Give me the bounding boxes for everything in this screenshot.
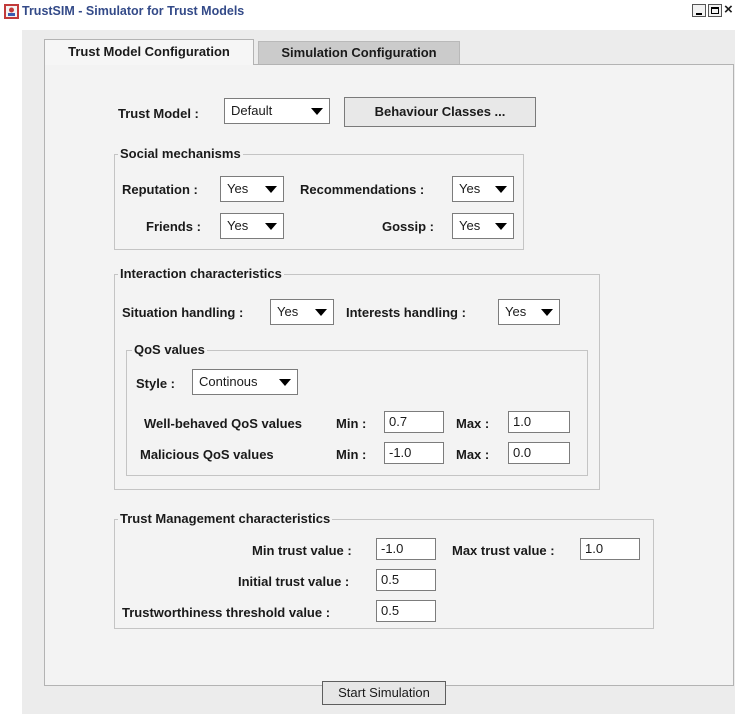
interests-handling-select[interactable]: Yes <box>498 299 560 325</box>
initial-trust-label: Initial trust value : <box>238 574 350 589</box>
friends-select[interactable]: Yes <box>220 213 284 239</box>
style-label: Style : <box>136 376 176 391</box>
friends-value: Yes <box>227 218 249 233</box>
start-simulation-button[interactable]: Start Simulation <box>322 681 446 705</box>
well-behaved-max-field[interactable]: 1.0 <box>508 411 570 433</box>
tab-trust-model-configuration[interactable]: Trust Model Configuration <box>44 39 254 65</box>
tab-simulation-configuration[interactable]: Simulation Configuration <box>258 41 460 65</box>
reputation-select[interactable]: Yes <box>220 176 284 202</box>
situation-handling-select[interactable]: Yes <box>270 299 334 325</box>
threshold-field[interactable]: 0.5 <box>376 600 436 622</box>
chevron-down-icon <box>265 186 277 193</box>
chevron-down-icon <box>541 309 553 316</box>
interests-handling-label: Interests handling : <box>346 305 466 320</box>
maximize-button[interactable] <box>708 4 722 17</box>
close-button[interactable]: × <box>724 2 744 17</box>
window-title: TrustSIM - Simulator for Trust Models <box>22 4 245 18</box>
threshold-label: Trustworthiness threshold value : <box>122 605 331 620</box>
reputation-label: Reputation : <box>122 182 198 197</box>
chevron-down-icon <box>265 223 277 230</box>
chevron-down-icon <box>315 309 327 316</box>
trust-model-label: Trust Model : <box>118 106 199 121</box>
chevron-down-icon <box>495 223 507 230</box>
trust-management-title: Trust Management characteristics <box>118 511 333 526</box>
recommendations-value: Yes <box>459 181 481 196</box>
qos-values-title: QoS values <box>132 342 207 357</box>
malicious-label: Malicious QoS values <box>140 447 274 462</box>
interaction-characteristics-title: Interaction characteristics <box>118 266 284 281</box>
chevron-down-icon <box>311 108 323 115</box>
well-behaved-max-label: Max : <box>456 416 490 431</box>
chevron-down-icon <box>279 379 291 386</box>
gossip-label: Gossip : <box>382 219 435 234</box>
friends-label: Friends : <box>146 219 201 234</box>
social-mechanisms-title: Social mechanisms <box>118 146 243 161</box>
max-trust-field[interactable]: 1.0 <box>580 538 640 560</box>
style-select[interactable]: Continous <box>192 369 298 395</box>
minimize-button[interactable] <box>692 4 706 17</box>
app-icon <box>4 4 19 19</box>
well-behaved-label: Well-behaved QoS values <box>144 416 302 431</box>
situation-handling-value: Yes <box>277 304 299 319</box>
reputation-value: Yes <box>227 181 249 196</box>
gossip-select[interactable]: Yes <box>452 213 514 239</box>
trust-model-select[interactable]: Default <box>224 98 330 124</box>
maximize-icon <box>711 7 719 14</box>
malicious-min-label: Min : <box>336 447 367 462</box>
interests-handling-value: Yes <box>505 304 527 319</box>
recommendations-select[interactable]: Yes <box>452 176 514 202</box>
well-behaved-min-field[interactable]: 0.7 <box>384 411 444 433</box>
minimize-icon <box>696 13 702 15</box>
behaviour-classes-button[interactable]: Behaviour Classes ... <box>344 97 536 127</box>
chevron-down-icon <box>495 186 507 193</box>
malicious-max-field[interactable]: 0.0 <box>508 442 570 464</box>
min-trust-field[interactable]: -1.0 <box>376 538 436 560</box>
initial-trust-field[interactable]: 0.5 <box>376 569 436 591</box>
well-behaved-min-label: Min : <box>336 416 367 431</box>
max-trust-label: Max trust value : <box>452 543 555 558</box>
situation-handling-label: Situation handling : <box>122 305 244 320</box>
min-trust-label: Min trust value : <box>252 543 352 558</box>
trust-model-value: Default <box>231 103 273 118</box>
style-value: Continous <box>199 374 258 389</box>
recommendations-label: Recommendations : <box>300 182 425 197</box>
malicious-max-label: Max : <box>456 447 490 462</box>
gossip-value: Yes <box>459 218 481 233</box>
malicious-min-field[interactable]: -1.0 <box>384 442 444 464</box>
